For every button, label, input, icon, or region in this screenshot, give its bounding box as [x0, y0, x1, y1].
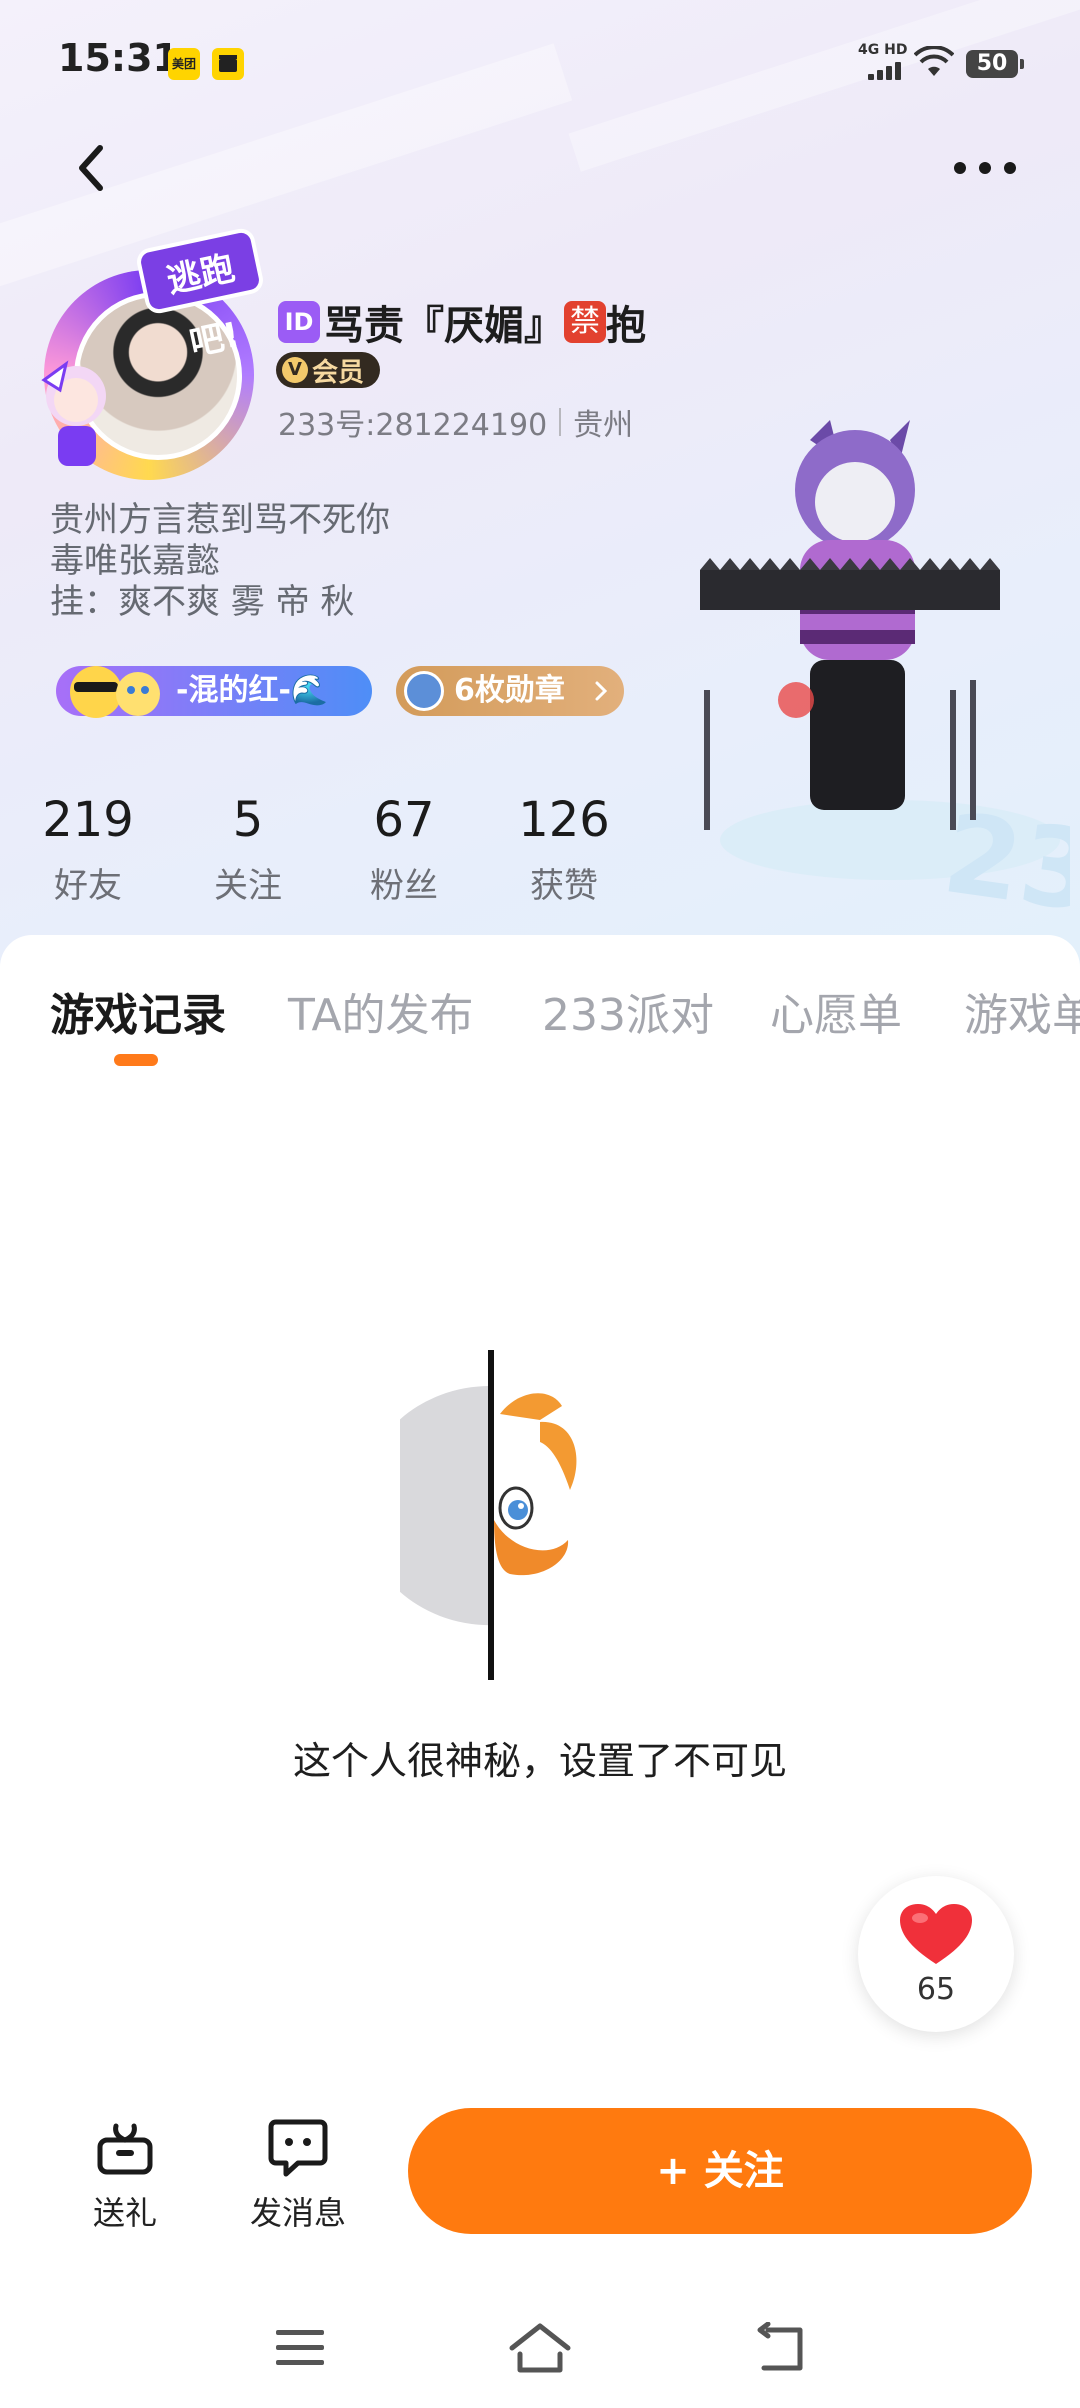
- tab-party[interactable]: 233派对: [542, 979, 714, 1043]
- stat-value: 67: [373, 792, 435, 848]
- message-label: 发消息: [249, 2194, 346, 2232]
- like-count: 65: [916, 1972, 956, 2007]
- ban-tag: 禁: [564, 301, 606, 343]
- username: 骂责『厌媚』: [324, 303, 564, 349]
- group-tag[interactable]: -混的红-🌊: [56, 666, 372, 718]
- medals-label: 6枚勋章: [454, 673, 565, 708]
- uid-row: 233号:281224190 贵州: [278, 400, 633, 444]
- stat-friends[interactable]: 219 好友: [18, 790, 158, 907]
- stat-value: 219: [42, 792, 134, 848]
- gift-button[interactable]: 送礼: [80, 2110, 170, 2232]
- stat-following[interactable]: 5 关注: [178, 790, 318, 907]
- more-button[interactable]: [948, 140, 1022, 196]
- stat-label: 关注: [214, 866, 282, 906]
- follow-button[interactable]: + 关注: [408, 2108, 1032, 2234]
- gift-icon: [97, 2123, 153, 2175]
- user-location: 贵州: [573, 408, 634, 443]
- user-id: 233号:281224190: [278, 408, 548, 443]
- bio-line: 贵州方言惹到骂不死你: [50, 500, 390, 540]
- profile-tabs: 游戏记录 TA的发布 233派对 心愿单 游戏单: [0, 965, 1080, 1045]
- battery-icon: 50: [966, 50, 1024, 78]
- tab-wishlist[interactable]: 心愿单: [770, 979, 902, 1043]
- menu-icon[interactable]: [274, 2326, 326, 2370]
- medals-button[interactable]: 6枚勋章: [396, 666, 624, 716]
- chevron-right-icon: [595, 681, 608, 701]
- username-row: ID 骂责『厌媚』 禁 抱: [278, 294, 646, 350]
- stat-likes[interactable]: 126 获赞: [494, 790, 634, 907]
- avatar-frame-badge: 逃跑吧!: [134, 226, 266, 364]
- status-time: 15:31: [58, 36, 179, 80]
- bio-line: 挂：爽不爽 雾 帝 秋: [50, 582, 355, 622]
- back-nav-icon[interactable]: [754, 2322, 806, 2374]
- tab-game-lists[interactable]: 游戏单: [964, 979, 1080, 1043]
- gift-label: 送礼: [92, 2194, 157, 2232]
- back-button[interactable]: [64, 138, 124, 198]
- vip-icon: V: [282, 357, 308, 383]
- stat-value: 5: [232, 792, 264, 848]
- vip-badge[interactable]: V 会员: [276, 352, 380, 388]
- message-button[interactable]: 发消息: [240, 2110, 356, 2232]
- stat-label: 粉丝: [370, 866, 438, 906]
- chevron-left-icon: [79, 145, 103, 191]
- svg-text:233: 233: [936, 789, 1070, 940]
- divider: [559, 408, 562, 436]
- hidden-content-illustration: [400, 1350, 577, 1680]
- tab-posts[interactable]: TA的发布: [288, 979, 474, 1043]
- status-bar: 15:31 美团 4G HD 50: [0, 0, 1080, 120]
- user-bio: 贵州方言惹到骂不死你 毒唯张嘉懿 挂：爽不爽 雾 帝 秋: [50, 500, 390, 623]
- system-navigation-bar: [0, 2300, 1080, 2408]
- stat-label: 好友: [54, 866, 122, 906]
- group-tag-label: -混的红-🌊: [176, 673, 329, 708]
- home-icon[interactable]: [508, 2322, 572, 2374]
- user-avatar[interactable]: 逃跑吧!: [30, 226, 266, 480]
- wifi-icon: [914, 46, 954, 76]
- stat-value: 126: [518, 792, 610, 848]
- chat-bubble-icon: [268, 2119, 328, 2177]
- stat-fans[interactable]: 67 粉丝: [334, 790, 474, 907]
- medal-icon: [404, 671, 444, 711]
- heart-icon: [900, 1904, 972, 1964]
- bio-line: 毒唯张嘉懿: [50, 541, 220, 581]
- more-dots-icon: [954, 162, 1016, 174]
- username-suffix: 抱: [606, 303, 646, 349]
- active-tab-indicator: [114, 1054, 158, 1066]
- like-button[interactable]: 65: [858, 1876, 1014, 2032]
- empty-state-message: 这个人很神秘，设置了不可见: [292, 1739, 787, 1783]
- tab-game-records[interactable]: 游戏记录: [50, 979, 226, 1043]
- stat-label: 获赞: [530, 866, 598, 906]
- emoji-faces-icon: [70, 666, 160, 718]
- avatar-chibi-decoration: [41, 360, 106, 466]
- vip-label: 会员: [312, 357, 365, 388]
- clapper-notification-icon: [212, 48, 244, 80]
- meituan-notification-icon: 美团: [168, 48, 200, 80]
- id-tag: ID: [278, 301, 320, 343]
- avatar-3d-character[interactable]: 233: [690, 420, 1070, 940]
- network-label: 4G HD: [858, 42, 908, 58]
- signal-icon: [868, 62, 902, 80]
